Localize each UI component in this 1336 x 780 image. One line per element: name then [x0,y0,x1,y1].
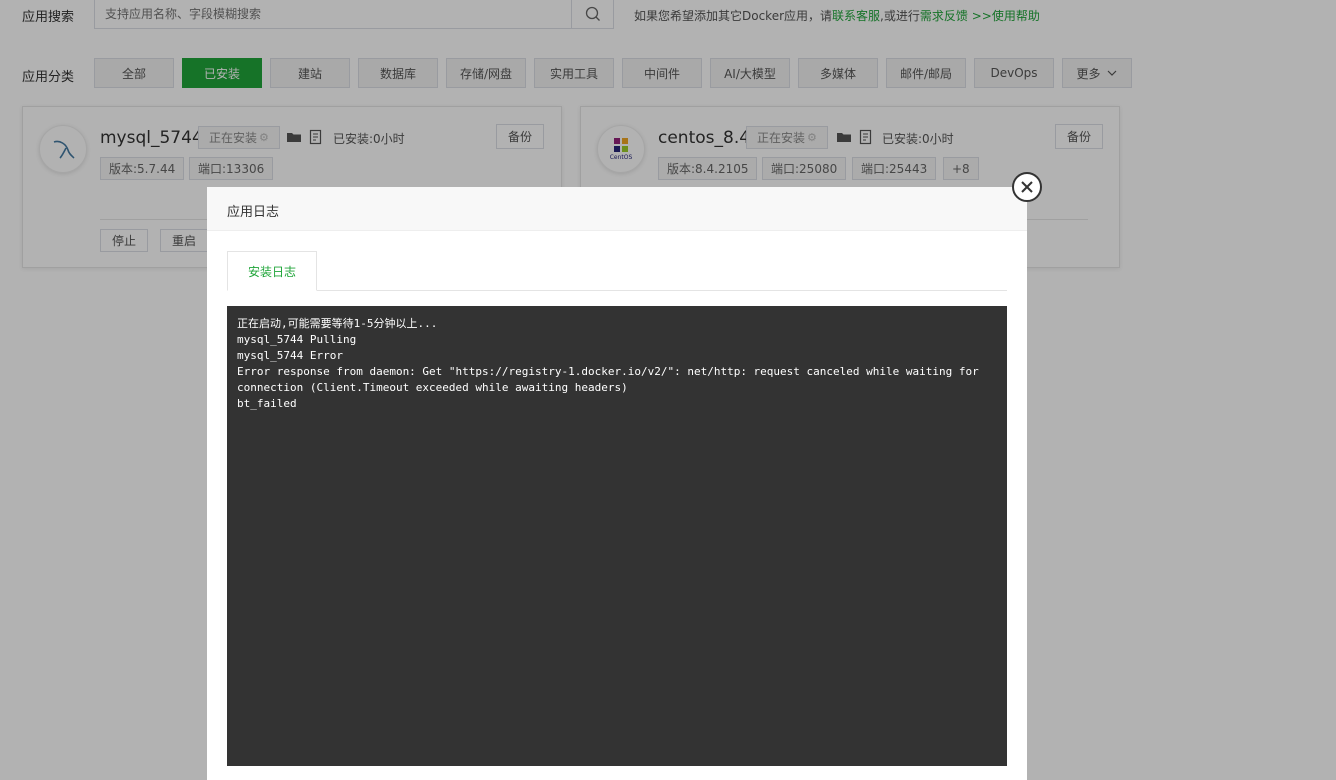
log-line: bt_failed [237,397,297,410]
log-line: mysql_5744 Pulling [237,333,357,346]
dialog-header: 应用日志 [207,187,1027,231]
app-log-dialog: 应用日志 安装日志 正在启动,可能需要等待1-5分钟以上... mysql_57… [207,187,1027,780]
log-line: Error response from daemon: Get "https:/… [237,365,986,394]
tab-install-log[interactable]: 安装日志 [227,251,317,291]
log-panel[interactable]: 正在启动,可能需要等待1-5分钟以上... mysql_5744 Pulling… [227,306,1007,766]
close-button[interactable] [1012,172,1042,202]
log-line: mysql_5744 Error [237,349,343,362]
dialog-title: 应用日志 [227,205,280,220]
tab-bar: 安装日志 [227,251,1007,291]
close-icon [1021,181,1033,193]
log-line: 正在启动,可能需要等待1-5分钟以上... [237,317,438,330]
